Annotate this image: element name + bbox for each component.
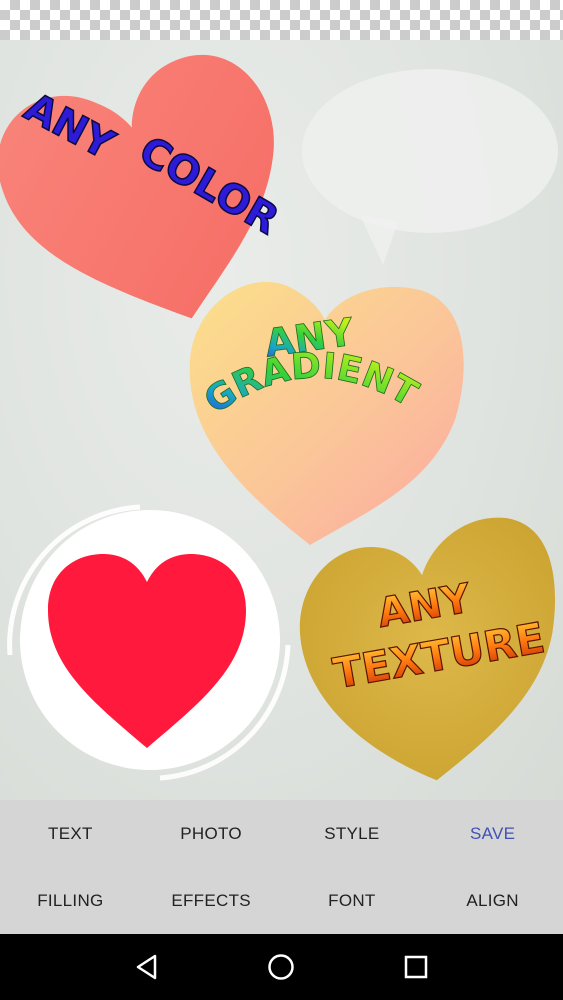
red-heart-sticker[interactable] (7, 504, 291, 781)
home-icon (268, 954, 295, 980)
back-icon (136, 954, 157, 980)
home-button[interactable] (256, 942, 306, 992)
canvas-artwork: ANY COLOR ANY GRADIENT ANY TEXTURE (0, 54, 558, 781)
recents-button[interactable] (391, 942, 441, 992)
font-button[interactable]: FONT (282, 867, 423, 934)
toolbar-row-2: FILLING EFFECTS FONT ALIGN (0, 867, 563, 934)
filling-button[interactable]: FILLING (0, 867, 141, 934)
style-button[interactable]: STYLE (282, 800, 423, 867)
align-button[interactable]: ALIGN (422, 867, 563, 934)
text-button[interactable]: TEXT (0, 800, 141, 867)
editor-canvas[interactable]: ANY COLOR ANY GRADIENT ANY TEXTURE (0, 40, 563, 800)
save-button[interactable]: SAVE (422, 800, 563, 867)
effects-button[interactable]: EFFECTS (141, 867, 282, 934)
transparency-checkerboard (0, 0, 563, 40)
recents-icon (404, 955, 428, 979)
back-button[interactable] (122, 942, 172, 992)
android-navigation-bar (0, 934, 563, 1000)
toolbar-row-1: TEXT PHOTO STYLE SAVE (0, 800, 563, 867)
editor-toolbar: TEXT PHOTO STYLE SAVE FILLING EFFECTS FO… (0, 800, 563, 934)
photo-button[interactable]: PHOTO (141, 800, 282, 867)
speech-bubble-sticker[interactable] (302, 69, 558, 265)
